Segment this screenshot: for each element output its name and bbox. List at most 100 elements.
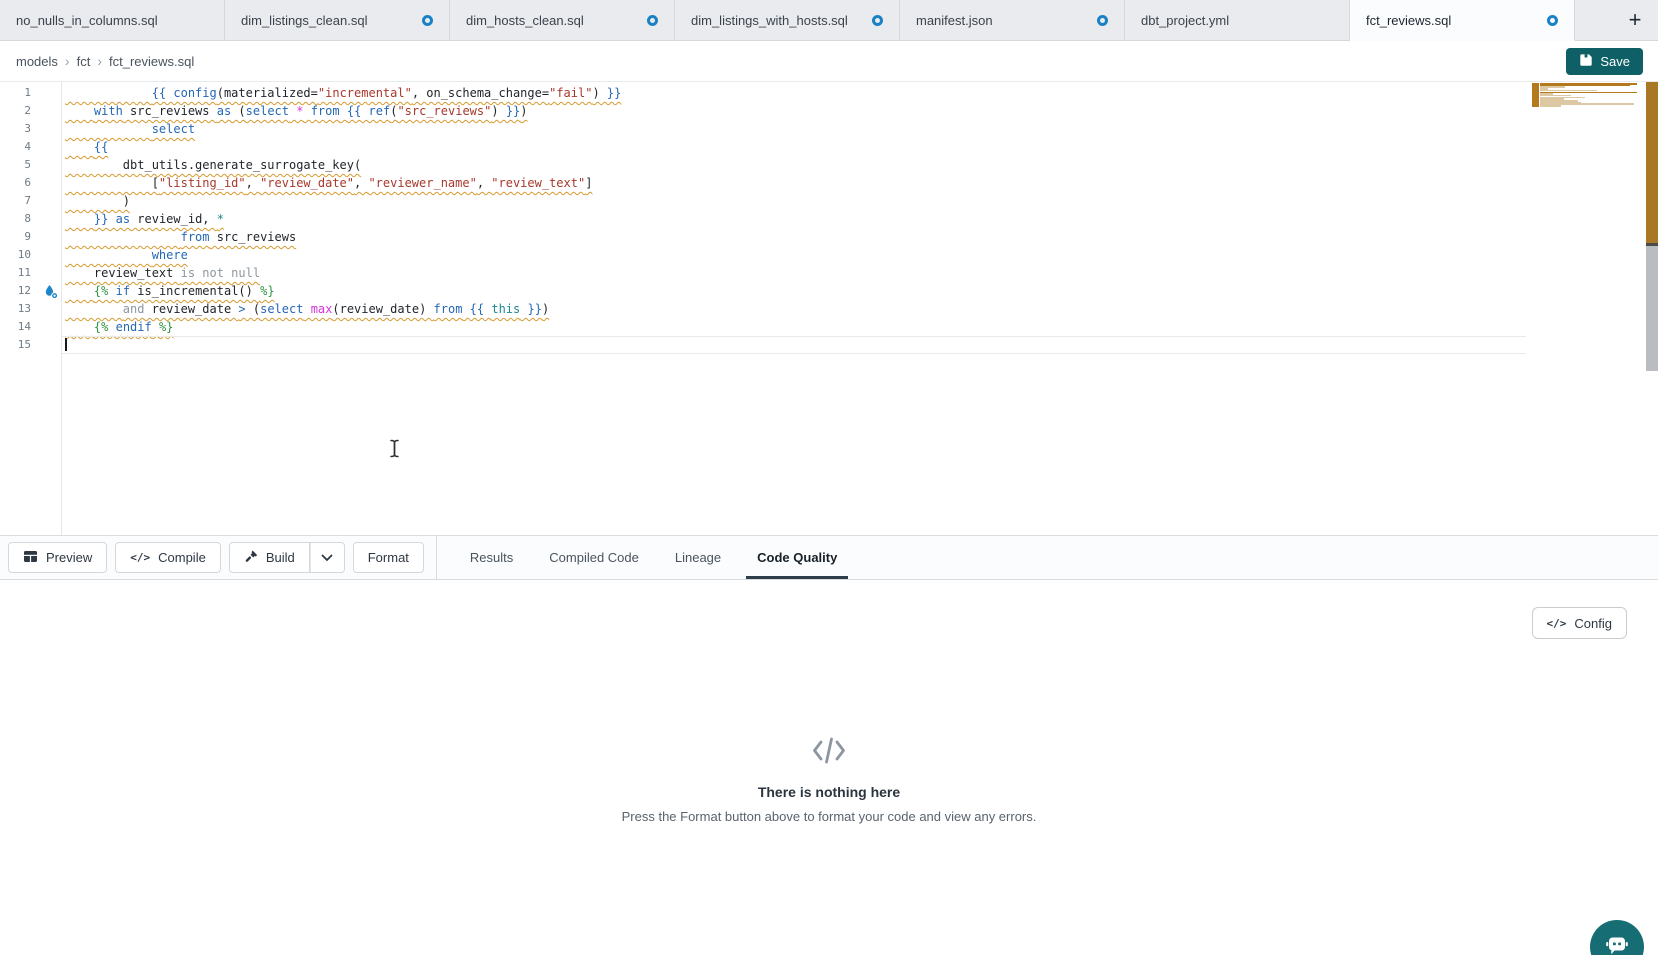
line-content: dbt_utils.generate_surrogate_key(	[61, 156, 361, 174]
breadcrumb-item-fct_reviews.sql[interactable]: fct_reviews.sql	[109, 54, 194, 69]
new-tab-button[interactable]: +	[1622, 9, 1648, 31]
line-number: 8	[0, 210, 61, 228]
build-button-label: Build	[266, 550, 295, 565]
table-grid-icon	[23, 550, 38, 566]
code-line-9[interactable]: 9 from src_reviews	[0, 228, 1658, 246]
code-line-3[interactable]: 3 select	[0, 120, 1658, 138]
minimap[interactable]	[1532, 83, 1645, 110]
line-content	[61, 336, 67, 354]
line-number: 2	[0, 102, 61, 120]
file-tab-dim_listings_clean.sql[interactable]: dim_listings_clean.sql	[225, 0, 450, 40]
format-button-label: Format	[368, 550, 409, 565]
line-content: from src_reviews	[61, 228, 296, 246]
line-number: 5	[0, 156, 61, 174]
empty-state-title: There is nothing here	[0, 784, 1658, 800]
preview-button[interactable]: Preview	[8, 542, 107, 573]
line-number: 15	[0, 336, 61, 354]
code-brackets-icon: </>	[130, 551, 150, 564]
line-number: 9	[0, 228, 61, 246]
unsaved-changes-indicator	[872, 15, 883, 26]
line-number: 7	[0, 192, 61, 210]
line-content: )	[61, 192, 130, 210]
code-line-12[interactable]: 12 {% if is_incremental() %}	[0, 282, 1658, 300]
code-line-14[interactable]: 14 {% endif %}	[0, 318, 1658, 336]
unsaved-changes-indicator	[1547, 15, 1558, 26]
robot-chat-icon	[1603, 931, 1631, 955]
file-tab-dbt_project.yml[interactable]: dbt_project.yml	[1125, 0, 1350, 40]
line-content: {% if is_incremental() %}	[61, 282, 275, 300]
tab-label: no_nulls_in_columns.sql	[16, 13, 208, 28]
action-toolbar: Preview </> Compile Build	[0, 535, 1658, 580]
line-content: {{	[61, 138, 108, 156]
code-line-10[interactable]: 10 where	[0, 246, 1658, 264]
file-tab-dim_listings_with_hosts.sql[interactable]: dim_listings_with_hosts.sql	[675, 0, 900, 40]
code-line-2[interactable]: 2 with src_reviews as (select * from {{ …	[0, 102, 1658, 120]
code-line-11[interactable]: 11 review_text is not null	[0, 264, 1658, 282]
breadcrumb-separator: ›	[65, 53, 70, 69]
config-button[interactable]: </> Config	[1532, 607, 1627, 639]
hammer-icon	[244, 549, 258, 566]
panel-tab-lineage[interactable]: Lineage	[664, 536, 732, 579]
file-tab-dim_hosts_clean.sql[interactable]: dim_hosts_clean.sql	[450, 0, 675, 40]
code-lines: 1 {{ config(materialized="incremental", …	[0, 84, 1658, 354]
line-number: 10	[0, 246, 61, 264]
line-number: 3	[0, 120, 61, 138]
tab-label: fct_reviews.sql	[1366, 13, 1537, 28]
line-number: 11	[0, 264, 61, 282]
unsaved-changes-indicator	[1097, 15, 1108, 26]
editor-scrollbar[interactable]	[1646, 82, 1658, 371]
line-content: {% endif %}	[61, 318, 173, 336]
file-tab-fct_reviews.sql[interactable]: fct_reviews.sql	[1350, 0, 1575, 41]
build-button[interactable]: Build	[229, 542, 310, 573]
code-editor[interactable]: 1 {{ config(materialized="incremental", …	[0, 82, 1658, 535]
build-options-dropdown[interactable]	[310, 542, 345, 573]
code-brackets-icon	[811, 752, 847, 769]
code-line-7[interactable]: 7 )	[0, 192, 1658, 210]
build-split-button: Build	[229, 542, 345, 573]
code-line-8[interactable]: 8 }} as review_id, *	[0, 210, 1658, 228]
panel-tab-list: Results Compiled Code Lineage Code Quality	[459, 536, 862, 579]
compile-button[interactable]: </> Compile	[115, 542, 221, 573]
text-caret	[65, 338, 67, 351]
panel-tab-compiled-code[interactable]: Compiled Code	[538, 536, 650, 579]
code-line-13[interactable]: 13 and review_date > (select max(review_…	[0, 300, 1658, 318]
code-quality-panel: </> Config There is nothing here Press t…	[0, 580, 1658, 955]
breadcrumb-item-models[interactable]: models	[16, 54, 58, 69]
code-line-4[interactable]: 4 {{	[0, 138, 1658, 156]
toolbar-divider	[436, 536, 437, 579]
format-button[interactable]: Format	[353, 542, 424, 573]
line-content: ["listing_id", "review_date", "reviewer_…	[61, 174, 592, 192]
dbt-ide-app: no_nulls_in_columns.sql dim_listings_clea…	[0, 0, 1658, 955]
file-tab-no_nulls_in_columns.sql[interactable]: no_nulls_in_columns.sql	[0, 0, 225, 40]
preview-button-label: Preview	[46, 550, 92, 565]
panel-tab-code-quality[interactable]: Code Quality	[746, 536, 848, 579]
scrollbar-warning-marks	[1646, 82, 1658, 243]
empty-state: There is nothing here Press the Format b…	[0, 736, 1658, 824]
code-line-15[interactable]: 15	[0, 336, 1658, 354]
code-line-6[interactable]: 6 ["listing_id", "review_date", "reviewe…	[0, 174, 1658, 192]
line-number: 4	[0, 138, 61, 156]
line-content: select	[61, 120, 195, 138]
line-number: 14	[0, 318, 61, 336]
minimap-gutter-block	[1532, 83, 1539, 107]
compile-button-label: Compile	[158, 550, 206, 565]
minimap-line	[1540, 92, 1637, 94]
breadcrumb-item-fct[interactable]: fct	[77, 54, 91, 69]
breadcrumb: models›fct›fct_reviews.sql	[16, 53, 194, 69]
code-line-1[interactable]: 1 {{ config(materialized="incremental", …	[0, 84, 1658, 102]
breadcrumb-bar: models›fct›fct_reviews.sql Save	[0, 41, 1658, 82]
tab-label: dim_listings_with_hosts.sql	[691, 13, 862, 28]
mouse-cursor-ibeam	[389, 439, 400, 461]
config-button-label: Config	[1574, 616, 1612, 631]
code-line-5[interactable]: 5 dbt_utils.generate_surrogate_key(	[0, 156, 1658, 174]
file-tab-manifest.json[interactable]: manifest.json	[900, 0, 1125, 40]
save-icon	[1579, 53, 1593, 70]
panel-tab-results[interactable]: Results	[459, 536, 524, 579]
line-number: 6	[0, 174, 61, 192]
tab-label: dim_listings_clean.sql	[241, 13, 412, 28]
editor-tab-bar: no_nulls_in_columns.sql dim_listings_clea…	[0, 0, 1658, 41]
copilot-chat-button[interactable]	[1590, 920, 1644, 955]
save-button[interactable]: Save	[1566, 48, 1643, 75]
minimap-line	[1540, 105, 1561, 107]
line-number: 13	[0, 300, 61, 318]
